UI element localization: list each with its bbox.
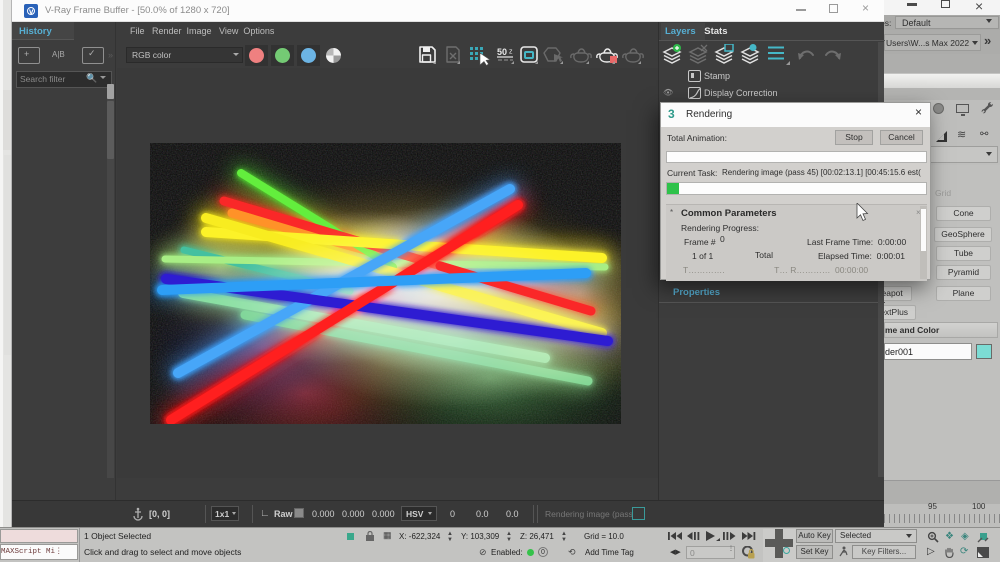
svg-text:50: 50 — [497, 47, 507, 57]
svg-text:z: z — [509, 49, 513, 56]
